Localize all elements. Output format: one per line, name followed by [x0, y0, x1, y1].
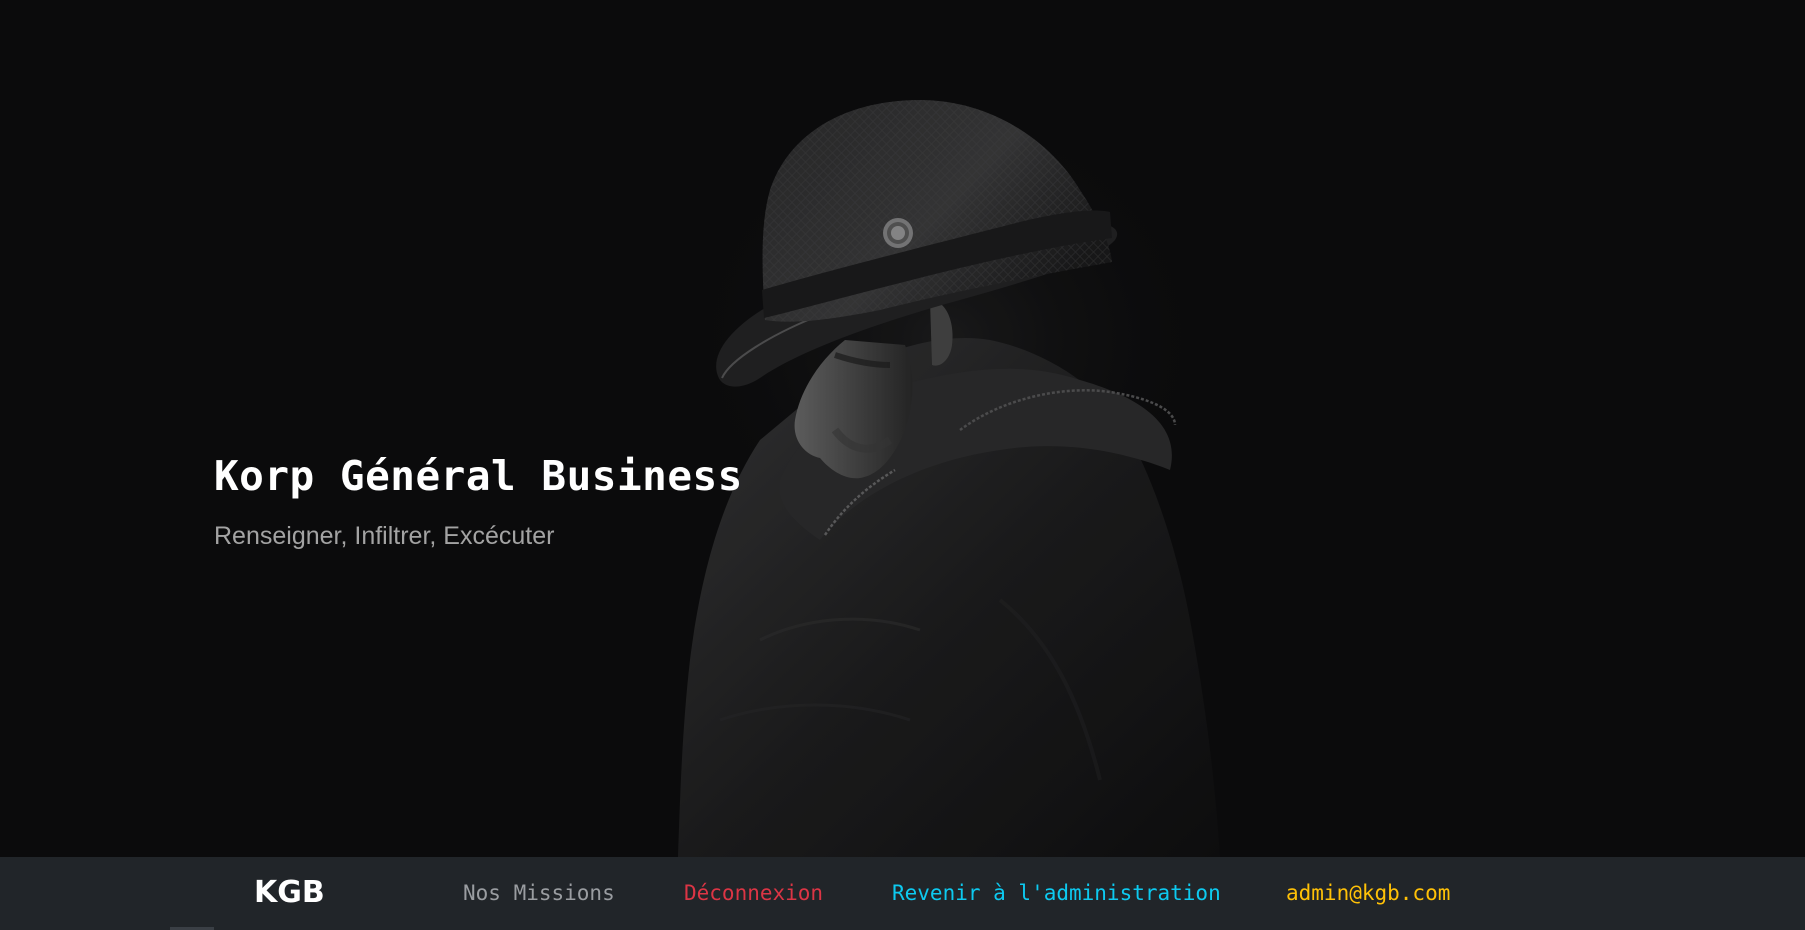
- hero-image: [0, 0, 1805, 857]
- hero-subtitle: Renseigner, Infiltrer, Excécuter: [214, 522, 555, 550]
- hero-section: Korp Général Business Renseigner, Infilt…: [0, 0, 1805, 857]
- nav-link-admin[interactable]: Revenir à l'administration: [892, 881, 1221, 905]
- page: Korp Général Business Renseigner, Infilt…: [0, 0, 1805, 930]
- hero-title: Korp Général Business: [214, 452, 743, 500]
- nav-link-missions[interactable]: Nos Missions: [463, 881, 615, 905]
- nav-user-email[interactable]: admin@kgb.com: [1286, 881, 1450, 905]
- nav-link-logout[interactable]: Déconnexion: [684, 881, 823, 905]
- brand-link[interactable]: KGB: [254, 875, 325, 910]
- bottom-navbar: KGB Nos Missions Déconnexion Revenir à l…: [0, 857, 1805, 930]
